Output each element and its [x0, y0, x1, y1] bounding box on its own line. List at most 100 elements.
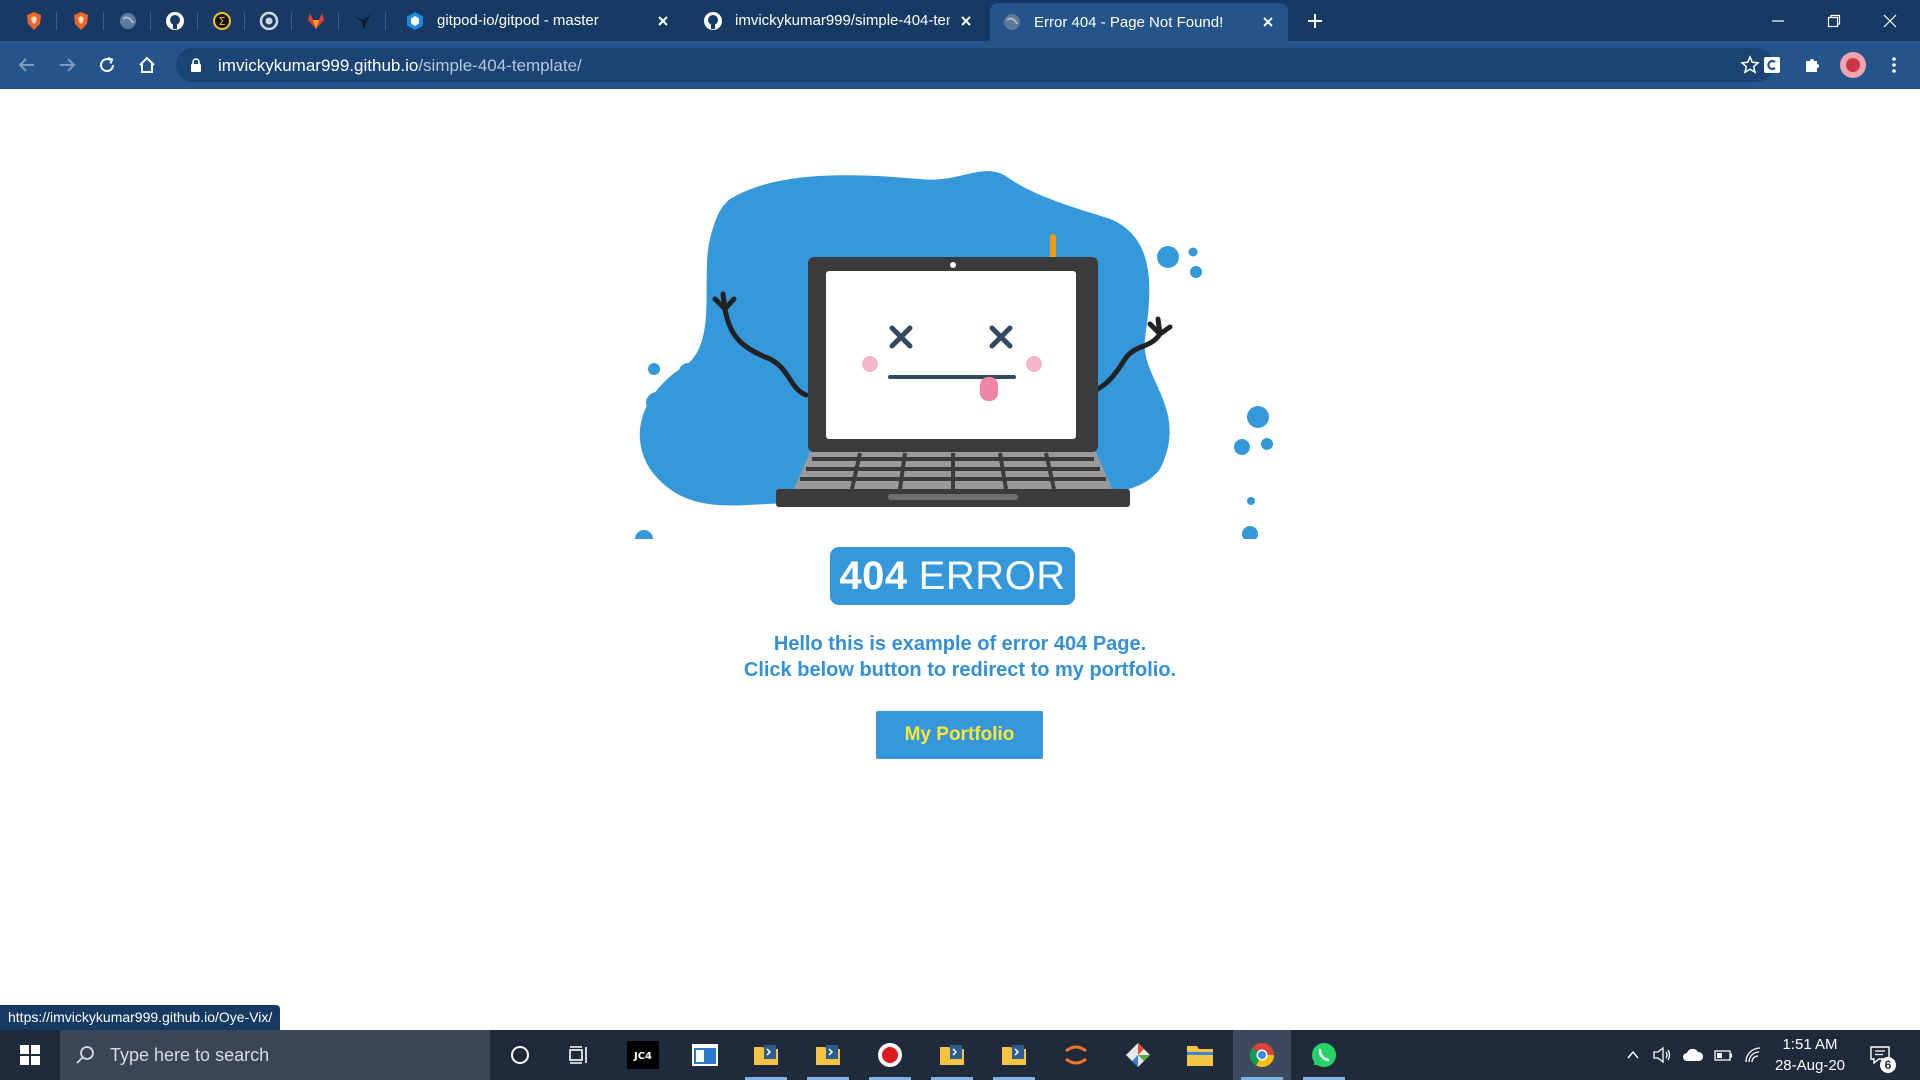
windows-taskbar: Type here to search JC4 1:51 AM 28-Aug-2…	[0, 1030, 1920, 1080]
battery-button[interactable]	[1710, 1030, 1738, 1080]
volume-button[interactable]	[1648, 1030, 1676, 1080]
github-icon	[704, 11, 722, 30]
forward-button[interactable]	[53, 51, 81, 79]
taskbar-app-file-explorer[interactable]	[1171, 1030, 1229, 1080]
reload-icon	[100, 57, 115, 73]
cloud-icon	[1683, 1048, 1704, 1061]
bookmark-star-icon[interactable]	[1740, 55, 1760, 75]
brave-icon	[73, 11, 88, 30]
gitpod-icon	[407, 11, 423, 30]
error-word: ERROR	[918, 553, 1066, 598]
browser-menu-button[interactable]	[1880, 51, 1908, 79]
show-hidden-icons-button[interactable]	[1620, 1030, 1646, 1080]
search-icon	[76, 1046, 94, 1064]
pinned-tab-globe[interactable]	[104, 0, 151, 41]
taskbar-search-box[interactable]: Type here to search	[60, 1030, 490, 1080]
notification-count-badge: 6	[1880, 1057, 1896, 1073]
whatsapp-icon	[1312, 1043, 1336, 1067]
tab-error-404[interactable]: Error 404 - Page Not Found!	[990, 3, 1288, 41]
pinned-tab-brave-2[interactable]	[57, 0, 104, 41]
restore-icon	[1827, 14, 1841, 27]
close-window-button[interactable]	[1862, 0, 1918, 41]
my-portfolio-button[interactable]: My Portfolio	[876, 711, 1043, 759]
task-view-button[interactable]	[550, 1030, 608, 1080]
url-path: /simple-404-template/	[418, 56, 582, 75]
windows-logo-icon	[20, 1045, 40, 1065]
extension-button[interactable]	[1758, 51, 1786, 79]
globe-icon	[119, 12, 136, 29]
profile-avatar[interactable]	[1840, 52, 1866, 78]
svg-text:Σ: Σ	[218, 15, 225, 28]
taskbar-app-python-4[interactable]	[985, 1030, 1043, 1080]
record-icon	[878, 1043, 902, 1067]
taskbar-clock[interactable]: 1:51 AM 28-Aug-20	[1768, 1034, 1852, 1076]
kebab-menu-icon	[1892, 57, 1896, 73]
taskbar-app-jupyter[interactable]	[1047, 1030, 1105, 1080]
taskbar-app-recorder[interactable]	[861, 1030, 919, 1080]
close-icon	[1883, 14, 1897, 27]
laptop-screen	[826, 271, 1076, 439]
close-icon[interactable]	[1260, 14, 1276, 30]
new-tab-button[interactable]	[1302, 8, 1328, 34]
tab-title: Error 404 - Page Not Found!	[1034, 13, 1224, 31]
pinned-tab-gitlab[interactable]	[292, 0, 339, 41]
back-button[interactable]	[13, 51, 41, 79]
message-line-2: Click below button to redirect to my por…	[743, 659, 1177, 681]
swirl-icon	[259, 11, 278, 30]
tab-github-repo[interactable]: imvickykumar999/simple-404-template	[691, 0, 986, 41]
action-center-button[interactable]	[1862, 1030, 1898, 1080]
address-bar[interactable]: imvickykumar999.github.io/simple-404-tem…	[176, 48, 1774, 82]
clock-time: 1:51 AM	[1782, 1036, 1838, 1053]
onedrive-button[interactable]	[1678, 1030, 1708, 1080]
gitlab-icon	[307, 12, 324, 29]
network-button[interactable]	[1740, 1030, 1768, 1080]
chevron-up-icon	[1627, 1050, 1639, 1059]
taskbar-app-jc4[interactable]: JC4	[614, 1030, 672, 1080]
tab-gitpod[interactable]: gitpod-io/gitpod - master	[393, 0, 683, 41]
taskbar-app-python-3[interactable]	[923, 1030, 981, 1080]
speaker-icon	[1653, 1046, 1671, 1064]
pinned-tab-github[interactable]	[151, 0, 198, 41]
taskbar-app-whatsapp[interactable]	[1295, 1030, 1353, 1080]
minimize-button[interactable]	[1750, 0, 1806, 41]
home-button[interactable]	[133, 51, 161, 79]
brave-icon	[26, 11, 41, 30]
cortana-circle-icon	[511, 1046, 529, 1064]
minimize-icon	[1772, 19, 1784, 22]
taskbar-app-python-1[interactable]	[737, 1030, 795, 1080]
github-icon	[165, 11, 184, 30]
page-content: 404 ERROR Hello this is example of error…	[0, 89, 1920, 1030]
taskbar-app-chrome[interactable]	[1233, 1030, 1291, 1080]
extension-c-icon	[1764, 57, 1780, 73]
home-icon	[139, 56, 155, 73]
folder-icon	[1187, 1046, 1213, 1066]
pinned-tab-brave-1[interactable]	[10, 0, 57, 41]
close-icon[interactable]	[655, 13, 671, 29]
url-text: imvickykumar999.github.io/simple-404-tem…	[218, 56, 582, 76]
taskbar-app-python-2[interactable]	[799, 1030, 857, 1080]
tongue	[980, 377, 998, 401]
python-file-icon	[754, 1045, 778, 1065]
pinned-tab-bird[interactable]	[339, 0, 386, 41]
restore-button[interactable]	[1806, 0, 1862, 41]
taskbar-app-git[interactable]	[1109, 1030, 1167, 1080]
pinned-tab-swirl[interactable]	[245, 0, 292, 41]
battery-icon	[1714, 1050, 1732, 1061]
git-diamond-icon	[1126, 1043, 1150, 1067]
tab-title: imvickykumar999/simple-404-template	[735, 12, 950, 29]
globe-icon	[1004, 14, 1020, 30]
lock-icon	[191, 58, 201, 72]
jupyter-icon	[1065, 1045, 1087, 1065]
bird-icon	[354, 13, 371, 29]
taskbar-app-window[interactable]	[676, 1030, 734, 1080]
url-host: imvickykumar999.github.io	[218, 56, 419, 75]
tab-strip: Σ gitpod-io/gitpod - master imvickykumar…	[0, 0, 1920, 41]
message-line-1: Hello this is example of error 404 Page.	[773, 633, 1147, 655]
close-icon[interactable]	[958, 13, 974, 29]
cortana-button[interactable]	[491, 1030, 549, 1080]
status-bar-link: https://imvickykumar999.github.io/Oye-Vi…	[0, 1005, 281, 1030]
start-button[interactable]	[0, 1030, 60, 1080]
pinned-tab-sigma[interactable]: Σ	[198, 0, 245, 41]
reload-button[interactable]	[93, 51, 121, 79]
extensions-menu-button[interactable]	[1798, 51, 1826, 79]
